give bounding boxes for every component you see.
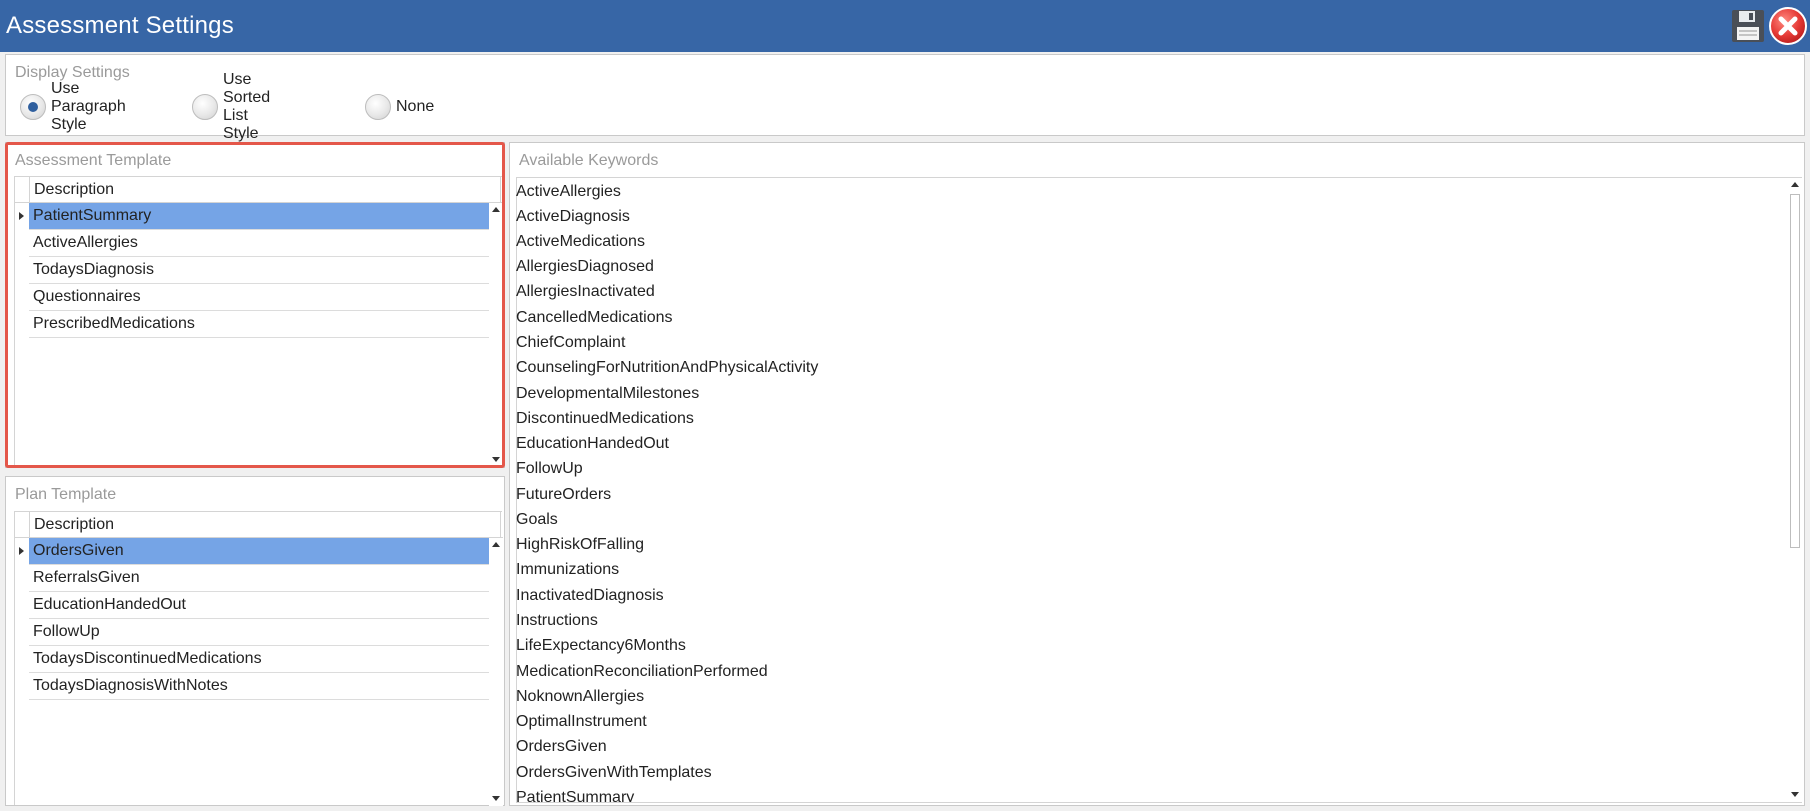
keyword-item[interactable]: EducationHandedOut (516, 431, 669, 456)
table-row[interactable]: ActiveAllergies (15, 230, 501, 257)
plan-template-label: Plan Template (15, 486, 117, 503)
keyword-item[interactable]: OrdersGiven (516, 734, 607, 759)
keyword-item[interactable]: ActiveDiagnosis (516, 204, 630, 229)
keyword-item[interactable]: CancelledMedications (516, 305, 673, 330)
table-row[interactable]: FollowUp (15, 619, 501, 646)
available-keywords-label: Available Keywords (519, 152, 659, 169)
scroll-down-icon[interactable] (492, 457, 500, 462)
assessment-template-scrollbar[interactable] (489, 203, 503, 467)
table-row[interactable]: TodaysDiagnosis (15, 257, 501, 284)
table-cell: TodaysDiagnosis (29, 257, 501, 284)
keyword-item[interactable]: ActiveAllergies (516, 179, 621, 204)
grid-header: Description (15, 177, 503, 203)
keyword-item[interactable]: Instructions (516, 608, 598, 633)
column-header-description[interactable]: Description (29, 177, 501, 203)
table-cell: OrdersGiven (29, 538, 501, 565)
column-header-description[interactable]: Description (29, 512, 501, 538)
keyword-item[interactable]: AllergiesDiagnosed (516, 254, 654, 279)
keyword-item[interactable]: FollowUp (516, 456, 583, 481)
table-row[interactable]: PatientSummary (15, 203, 501, 230)
scroll-up-icon[interactable] (492, 207, 500, 212)
keyword-item[interactable]: PatientSummary (516, 785, 634, 802)
table-row[interactable]: PrescribedMedications (15, 311, 501, 338)
table-cell: FollowUp (29, 619, 501, 646)
available-keywords-scrollbar[interactable] (1788, 178, 1802, 802)
radio-label: None (396, 98, 435, 115)
keyword-item[interactable]: Immunizations (516, 557, 619, 582)
keyword-item[interactable]: CounselingForNutritionAndPhysicalActivit… (516, 355, 818, 380)
table-cell: ActiveAllergies (29, 230, 501, 257)
window-title: Assessment Settings (6, 12, 234, 39)
keyword-item[interactable]: OptimalInstrument (516, 709, 647, 734)
keyword-item[interactable]: DevelopmentalMilestones (516, 381, 699, 406)
keyword-item[interactable]: Goals (516, 507, 558, 532)
table-row[interactable]: ReferralsGiven (15, 565, 501, 592)
radio-label: Use Paragraph Style (51, 80, 126, 133)
scroll-down-icon[interactable] (492, 796, 500, 801)
radio-selected-icon (20, 94, 46, 120)
keyword-item[interactable]: ChiefComplaint (516, 330, 625, 355)
display-settings-panel: Display Settings Use Paragraph Style Use… (5, 54, 1805, 142)
keyword-item[interactable]: OrdersGivenWithTemplates (516, 760, 712, 785)
table-cell: PatientSummary (29, 203, 501, 230)
radio-unselected-icon (365, 94, 391, 120)
table-cell: EducationHandedOut (29, 592, 501, 619)
keyword-item[interactable]: NoknownAllergies (516, 684, 644, 709)
keyword-item[interactable]: HighRiskOfFalling (516, 532, 644, 557)
radio-paragraph-style[interactable]: Use Paragraph Style (20, 80, 126, 133)
save-button[interactable] (1730, 8, 1766, 44)
table-row[interactable]: OrdersGiven (15, 538, 501, 565)
scroll-down-icon[interactable] (1791, 792, 1799, 797)
table-cell: PrescribedMedications (29, 311, 501, 338)
keyword-item[interactable]: MedicationReconciliationPerformed (516, 659, 768, 684)
assessment-template-label: Assessment Template (15, 152, 172, 169)
keyword-item[interactable]: FutureOrders (516, 482, 611, 507)
radio-sorted-list-style[interactable]: Use Sorted List Style (192, 71, 270, 142)
radio-label: Use Sorted List Style (223, 71, 271, 142)
available-keywords-list: ActiveAllergies ActiveDiagnosis ActiveMe… (516, 179, 1786, 802)
floppy-disk-icon (1732, 10, 1764, 42)
title-bar: Assessment Settings (0, 0, 1810, 52)
scroll-thumb[interactable] (1790, 194, 1800, 548)
plan-template-scrollbar[interactable] (489, 538, 503, 806)
keyword-item[interactable]: ActiveMedications (516, 229, 645, 254)
table-row[interactable]: TodaysDiscontinuedMedications (15, 646, 501, 673)
assessment-template-grid: Description PatientSummary ActiveAllergi… (14, 176, 503, 467)
grid-header: Description (15, 512, 503, 538)
scroll-up-icon[interactable] (492, 542, 500, 547)
assessment-template-panel: Assessment Template Description PatientS… (5, 142, 505, 468)
keyword-item[interactable]: InactivatedDiagnosis (516, 583, 664, 608)
table-row[interactable]: Questionnaires (15, 284, 501, 311)
table-cell: Questionnaires (29, 284, 501, 311)
row-indicator-icon (15, 538, 29, 565)
plan-template-grid: Description OrdersGiven ReferralsGiven E… (14, 511, 503, 806)
radio-unselected-icon (192, 94, 218, 120)
row-indicator-icon (15, 203, 29, 230)
keyword-item[interactable]: DiscontinuedMedications (516, 406, 694, 431)
scroll-up-icon[interactable] (1791, 182, 1799, 187)
close-icon (1769, 7, 1807, 45)
table-cell: ReferralsGiven (29, 565, 501, 592)
keyword-item[interactable]: AllergiesInactivated (516, 279, 655, 304)
keyword-item[interactable]: LifeExpectancy6Months (516, 633, 686, 658)
plan-template-panel: Plan Template Description OrdersGiven Re… (5, 476, 505, 806)
radio-none[interactable]: None (365, 93, 434, 121)
close-button[interactable] (1768, 6, 1808, 46)
table-row[interactable]: TodaysDiagnosisWithNotes (15, 673, 501, 700)
table-cell: TodaysDiscontinuedMedications (29, 646, 501, 673)
table-row[interactable]: EducationHandedOut (15, 592, 501, 619)
table-cell: TodaysDiagnosisWithNotes (29, 673, 501, 700)
